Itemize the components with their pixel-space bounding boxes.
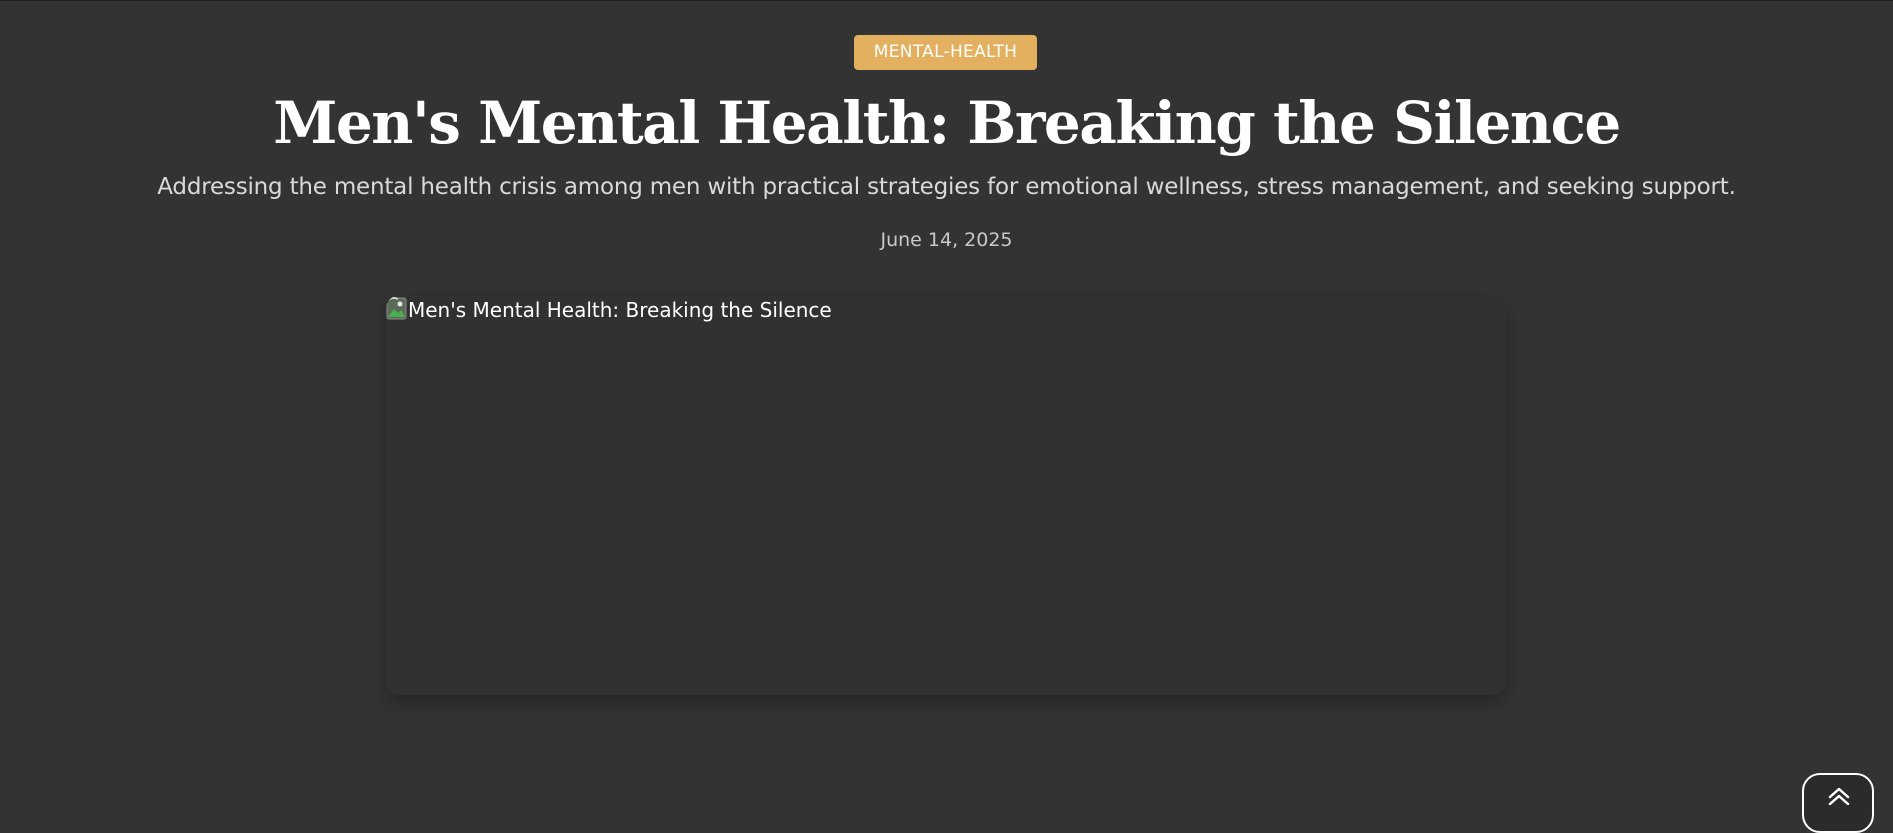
article-subtitle: Addressing the mental health crisis amon… bbox=[157, 174, 1736, 200]
top-border bbox=[0, 0, 1893, 1]
category-badge[interactable]: MENTAL-HEALTH bbox=[854, 35, 1037, 70]
article-title: Men's Mental Health: Breaking the Silenc… bbox=[273, 89, 1621, 157]
hero-image-alt-text: Men's Mental Health: Breaking the Silenc… bbox=[408, 298, 832, 322]
hero-image: Men's Mental Health: Breaking the Silenc… bbox=[386, 295, 1506, 695]
broken-image-icon bbox=[386, 295, 408, 321]
publish-date: June 14, 2025 bbox=[880, 229, 1013, 251]
scroll-to-top-button[interactable] bbox=[1802, 773, 1874, 833]
double-chevron-up-icon bbox=[1828, 787, 1850, 805]
